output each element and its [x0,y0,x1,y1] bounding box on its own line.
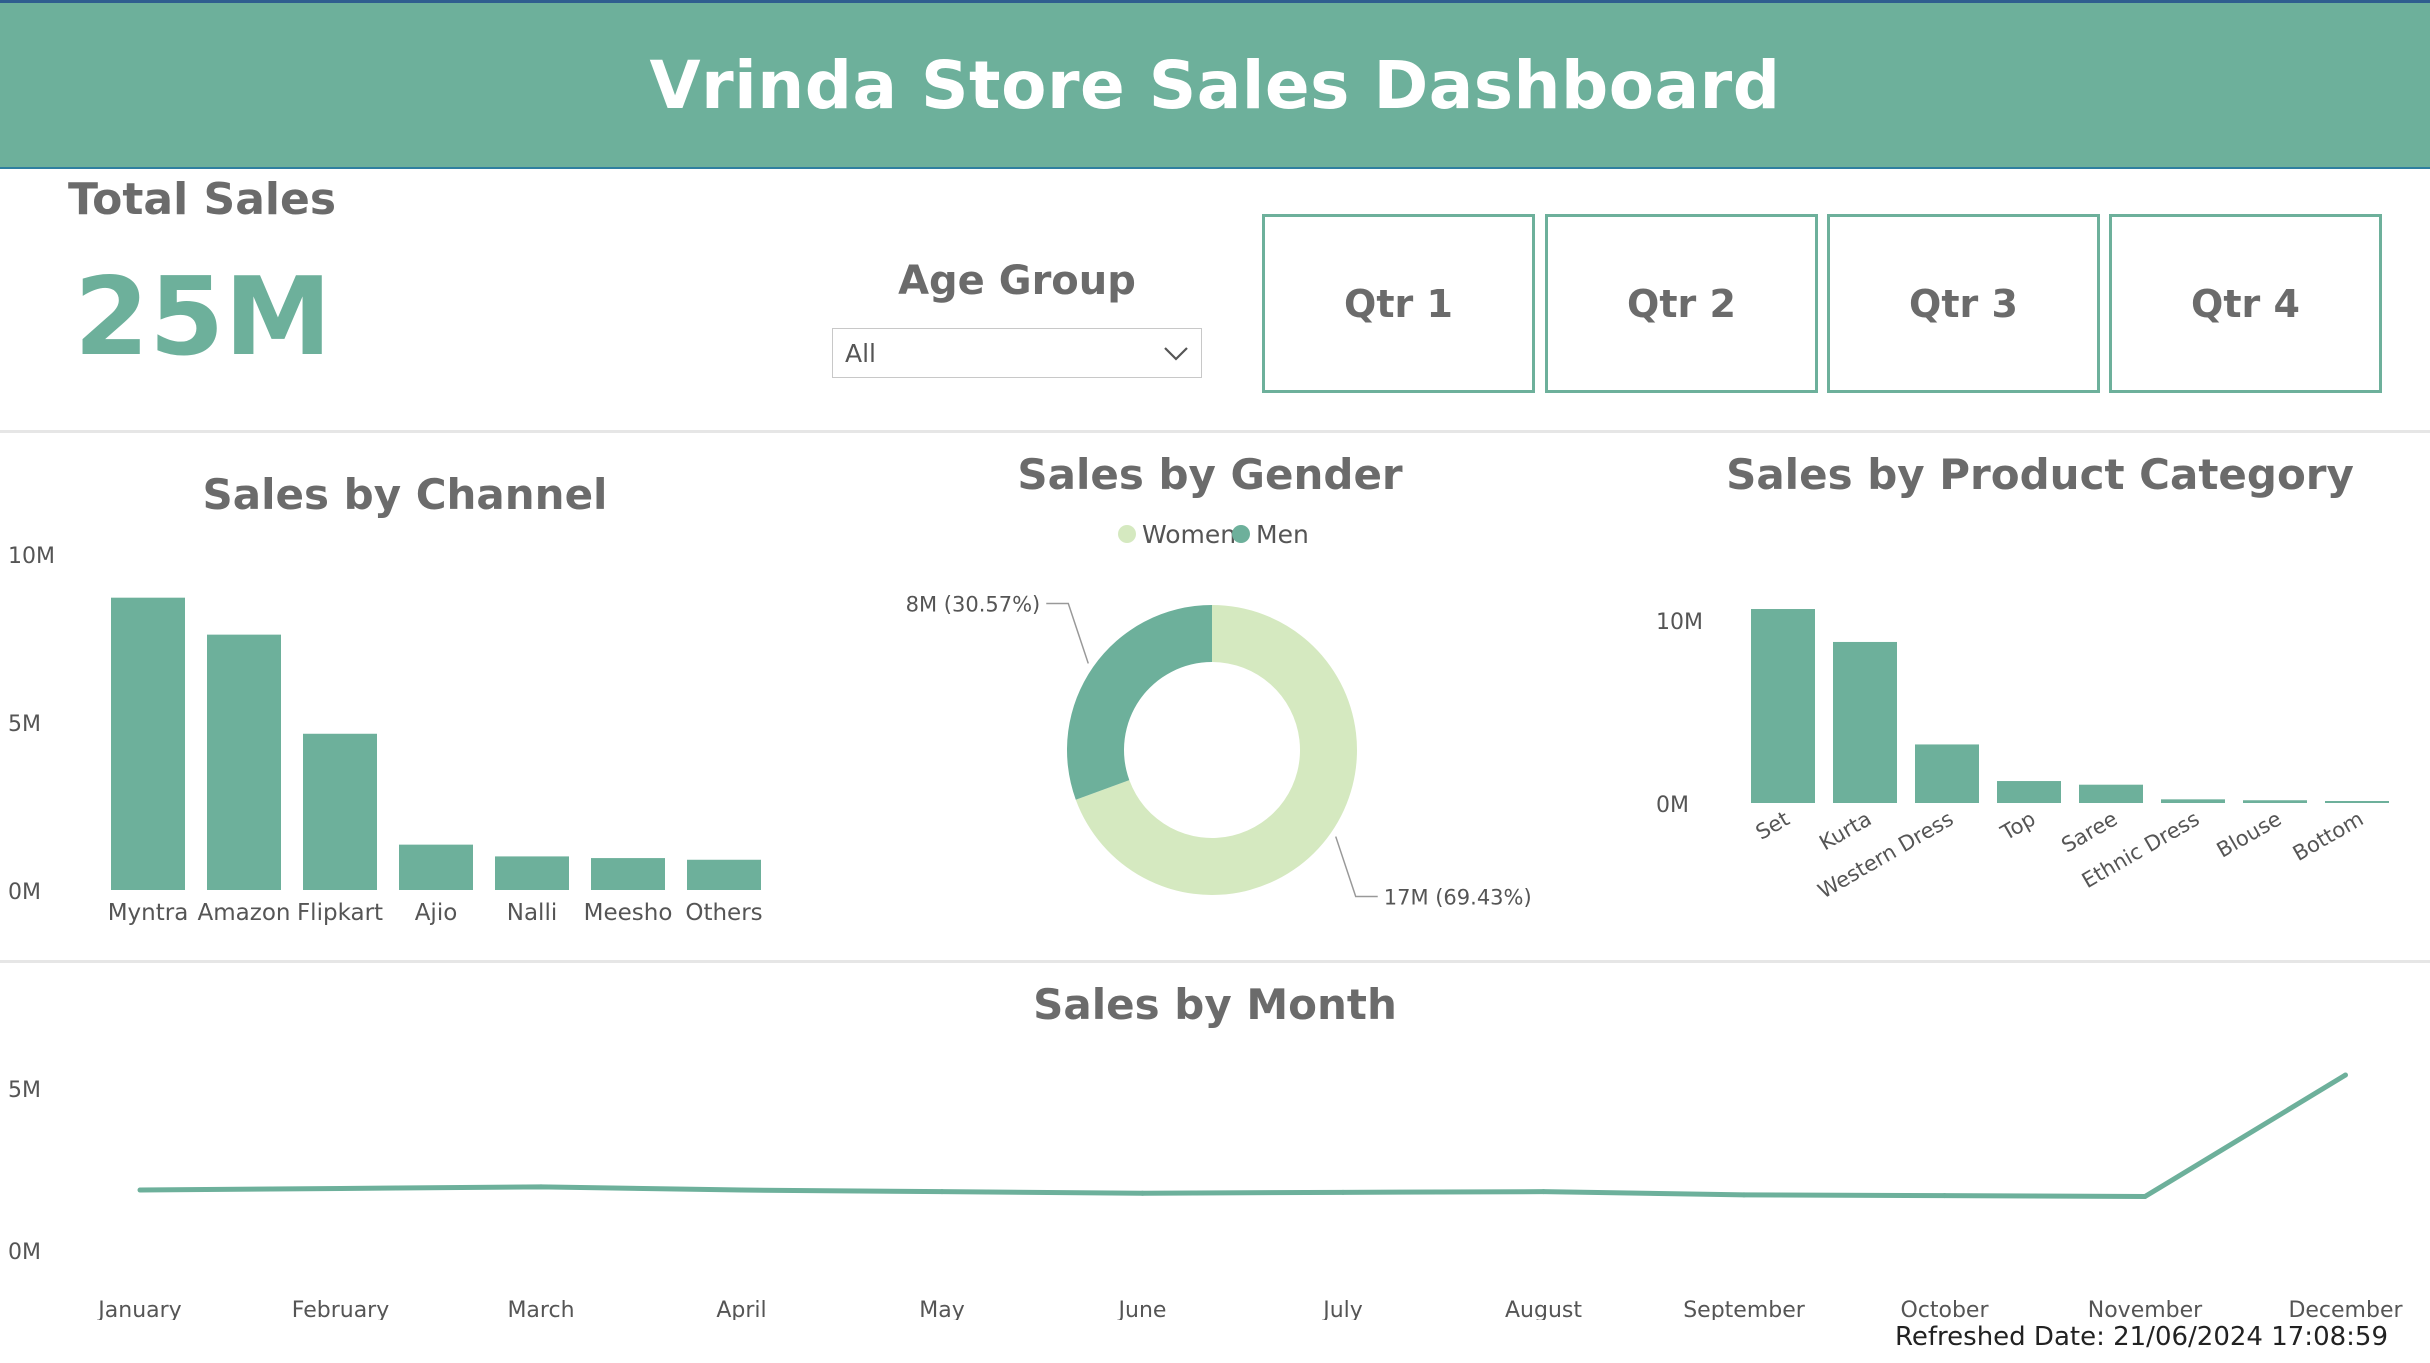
x-tick-label: Saree [2057,807,2121,858]
bar-kurta [1833,641,1897,803]
x-tick-label: December [2288,1298,2403,1320]
bar-myntra [111,597,185,890]
x-tick-label: Western Dress [1814,807,1958,904]
bar-others [687,859,761,890]
refresh-date: Refreshed Date: 21/06/2024 17:08:59 [1894,1322,2388,1352]
month-line-chart: 0M 5M January February March April May June July… [8,1072,2403,1320]
x-tick-label: Meesho [584,900,673,926]
x-tick-label: Set [1752,807,1794,845]
data-point [1741,1192,1747,1198]
age-group-label: Age Group [898,258,1136,304]
dashboard-title: Vrinda Store Sales Dashboard [649,46,1781,124]
data-point [2142,1194,2148,1200]
x-tick-label: June [1117,1298,1167,1320]
total-sales-label: Total Sales [68,174,337,225]
bar-meesho [591,858,665,890]
channel-bar-chart: 0M 5M 10M Myntra Amazon Flipkart Ajio Nalli Mees… [8,544,763,926]
data-point [1541,1189,1546,1195]
x-tick-label: Others [685,900,762,926]
x-tick-label: Flipkart [297,900,383,926]
slice-data-label: 17M (69.43%) [1384,886,1532,910]
slice-leader-line [1046,602,1089,664]
bar-nalli [495,856,569,890]
quarter-button-1[interactable]: Qtr 1 [1262,214,1535,393]
x-tick-label: Amazon [198,900,291,926]
quarter-button-3[interactable]: Qtr 3 [1827,214,2100,393]
x-tick-label: Blouse [2213,807,2286,863]
x-tick-label: February [292,1298,390,1320]
data-point [2343,1072,2348,1078]
x-tick-label: Top [1996,807,2040,846]
chevron-down-icon [1164,347,1188,361]
bar-top [1997,781,2061,803]
slice-data-label: 8M (30.57%) [906,592,1041,616]
x-tick-label: January [96,1298,181,1320]
age-group-selected-value: All [845,339,876,368]
category-chart-title: Sales by Product Category [1726,450,2354,499]
bar-amazon [207,634,281,890]
bar-bottom [2325,801,2389,803]
bar-ethnic-dress [2161,799,2225,803]
data-point [1140,1190,1145,1196]
legend-marker-men [1232,525,1250,543]
x-tick-label: April [716,1298,766,1320]
x-tick-label: October [1900,1298,1989,1320]
legend-label-women: Women [1142,520,1236,549]
slice-men [1067,605,1212,800]
bar-blouse [2243,800,2307,803]
data-point [739,1187,744,1193]
quarter-button-2[interactable]: Qtr 2 [1545,214,1818,393]
data-point [338,1185,343,1191]
x-tick-label: August [1505,1298,1582,1320]
quarter-button-4[interactable]: Qtr 4 [2109,214,2382,393]
x-tick-label: Myntra [108,900,189,926]
month-chart-title: Sales by Month [1033,980,1397,1029]
bar-flipkart [303,733,377,890]
y-tick-label: 5M [8,1078,41,1103]
total-sales-value: 25M [74,255,332,380]
data-point [1340,1189,1346,1195]
y-tick-label: 10M [8,544,55,569]
x-tick-label: July [1321,1298,1363,1320]
age-group-dropdown[interactable]: All [832,328,1202,378]
bar-set [1751,609,1815,803]
x-tick-label: March [507,1298,574,1320]
x-tick-label: Kurta [1815,807,1875,856]
y-tick-label: 10M [1656,610,1703,635]
data-point [137,1187,143,1193]
data-point [538,1184,544,1190]
data-point [939,1189,945,1195]
gender-chart-title: Sales by Gender [1017,450,1403,499]
sales-line [139,1072,2347,1200]
gender-donut-chart: Women Men 17M (69.43%) 8M (30.57%) [906,520,1532,910]
y-tick-label: 0M [8,1240,41,1265]
x-tick-label: Ajio [415,900,458,926]
x-tick-label: November [2088,1298,2203,1320]
x-tick-label: Nalli [507,900,557,926]
category-bar-chart: 0M10MSet KurtaWestern Dress Top SareeEthnic… [1656,609,2389,904]
x-tick-label: May [919,1298,964,1320]
slice-leader-line [1335,836,1378,898]
section-divider-2 [0,960,2430,963]
y-tick-label: 0M [1656,793,1689,818]
legend-label-men: Men [1256,520,1309,549]
legend-marker-women [1118,525,1136,543]
y-tick-label: 0M [8,880,41,905]
data-point [1942,1193,1947,1199]
bar-ajio [399,844,473,890]
y-tick-label: 5M [8,712,41,737]
dashboard-header: Vrinda Store Sales Dashboard [0,0,2430,169]
section-divider [0,430,2430,433]
x-tick-label: September [1683,1298,1806,1320]
bar-saree [2079,784,2143,803]
bar-western-dress [1915,744,1979,803]
x-tick-label: Bottom [2289,807,2368,866]
